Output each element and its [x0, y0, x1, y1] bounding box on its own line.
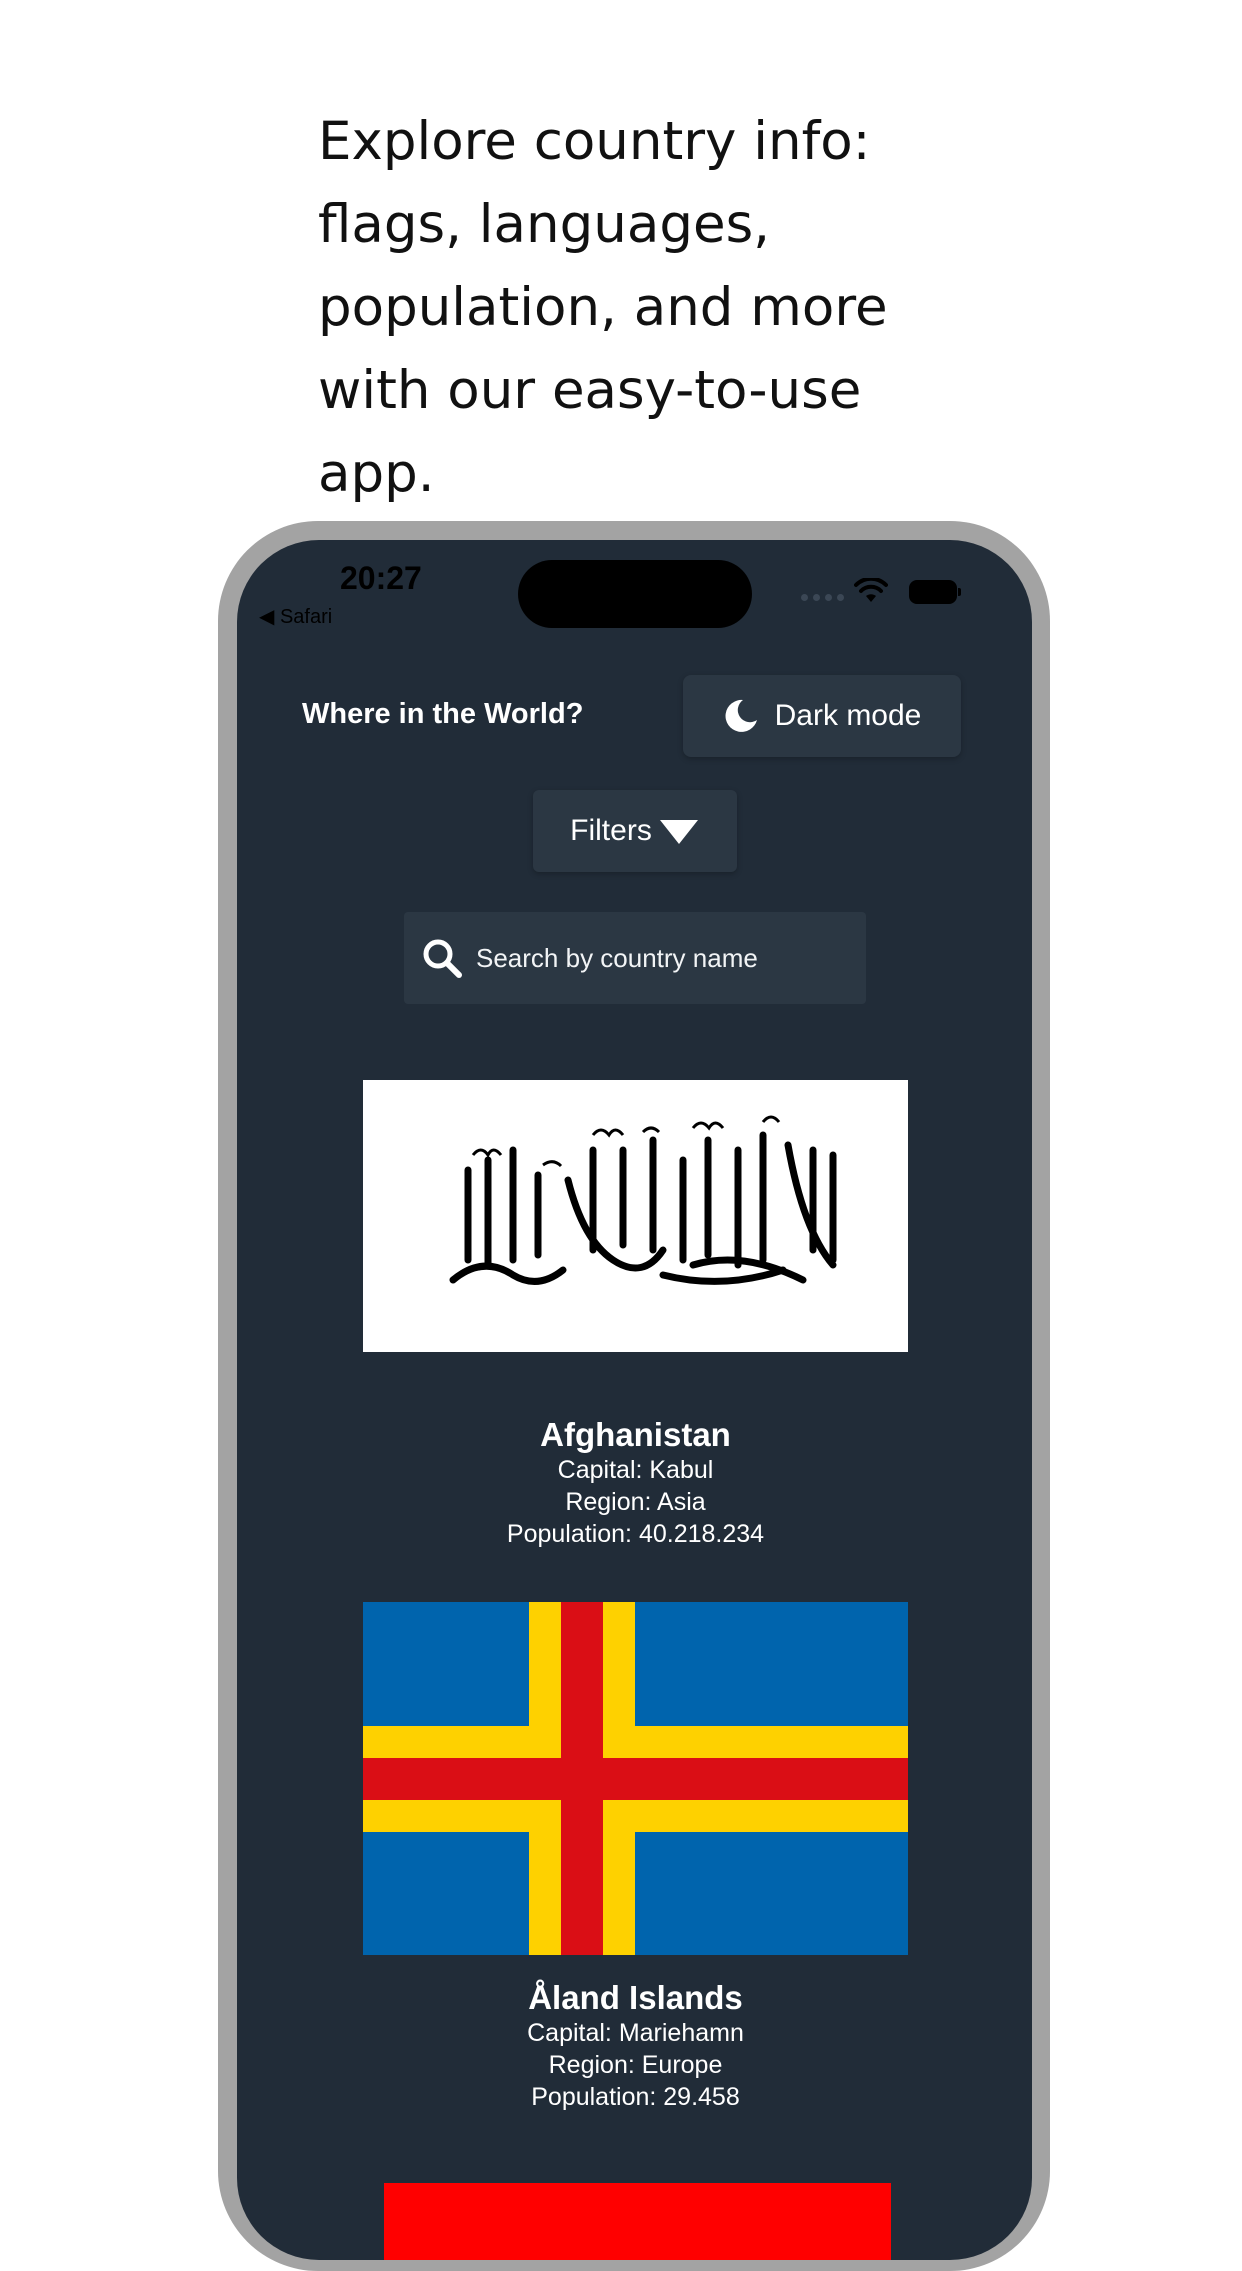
dark-mode-button[interactable]: Dark mode — [683, 675, 961, 757]
dark-mode-label: Dark mode — [774, 699, 922, 732]
dynamic-island — [518, 560, 752, 628]
flag-afghanistan — [363, 1080, 908, 1352]
shahada-calligraphy-image — [449, 1115, 837, 1285]
country-population: Population: 40.218.234 — [506, 1520, 765, 1548]
flag-aland-islands — [363, 1602, 908, 1955]
country-card-aland-islands[interactable]: Åland Islands Capital: Mariehamn Region:… — [363, 1602, 908, 2113]
search-icon — [423, 939, 462, 978]
country-name: Åland Islands — [528, 1979, 743, 2016]
status-time: 20:27 — [340, 560, 422, 596]
country-region: Region: Europe — [548, 2051, 723, 2079]
moon-icon — [725, 699, 757, 732]
country-region: Region: Asia — [565, 1488, 706, 1516]
country-capital: Capital: Mariehamn — [527, 2019, 744, 2047]
promo-headline: Explore country info: flags, languages, … — [318, 111, 888, 504]
phone-screen: 20:27 ◀ Safari Where in the World? Dark … — [237, 540, 1032, 2260]
country-name: Afghanistan — [540, 1416, 731, 1453]
aland-flag-image — [363, 1602, 908, 1955]
filters-button[interactable]: Filters — [533, 790, 737, 872]
battery-icon — [909, 580, 961, 604]
next-country-flag[interactable] — [384, 2183, 891, 2260]
country-population: Population: 29.458 — [531, 2083, 740, 2111]
caret-down-icon — [659, 820, 698, 844]
country-card-afghanistan[interactable]: Afghanistan Capital: Kabul Region: Asia … — [363, 1080, 908, 1550]
filters-label: Filters — [570, 814, 652, 847]
cellular-signal-icon — [801, 594, 844, 601]
search-input[interactable] — [474, 941, 858, 975]
country-capital: Capital: Kabul — [557, 1456, 714, 1484]
wifi-icon — [854, 578, 888, 602]
back-to-safari-link[interactable]: ◀ Safari — [259, 604, 332, 629]
search-field[interactable] — [404, 912, 866, 1004]
app-title: Where in the World? — [302, 698, 584, 730]
